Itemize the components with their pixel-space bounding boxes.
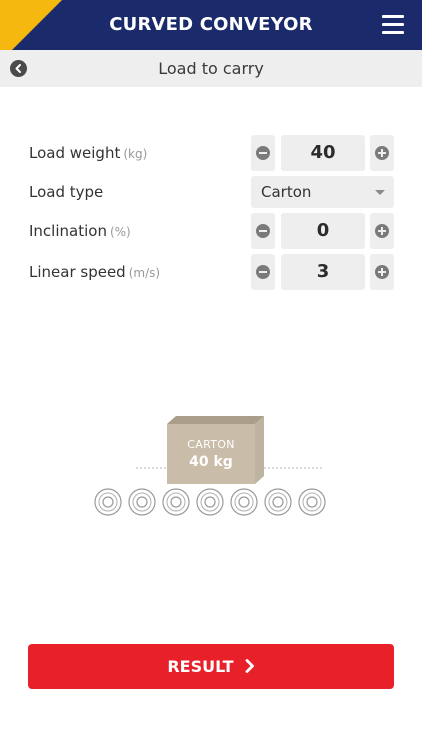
load-weight-input[interactable]: 40 bbox=[281, 135, 365, 171]
load-weight-row: Load weight (kg) 40 bbox=[0, 135, 422, 171]
hamburger-menu-icon[interactable] bbox=[382, 15, 404, 34]
inclination-increment-button[interactable] bbox=[370, 213, 394, 249]
minus-icon bbox=[256, 224, 270, 238]
conveyor-illustration: CARTON 40 kg bbox=[90, 410, 335, 520]
linear-speed-label-text: Linear speed bbox=[29, 263, 126, 281]
chevron-right-icon bbox=[245, 659, 254, 673]
roller bbox=[94, 488, 122, 516]
app-header: CURVED CONVEYOR bbox=[0, 0, 422, 62]
roller bbox=[264, 488, 292, 516]
page-title: Load to carry bbox=[158, 59, 264, 78]
inclination-unit: (%) bbox=[109, 225, 131, 239]
inclination-row: Inclination (%) 0 bbox=[0, 213, 422, 249]
sub-header: Load to carry bbox=[0, 50, 422, 87]
load-weight-increment-button[interactable] bbox=[370, 135, 394, 171]
load-type-label: Load type bbox=[29, 183, 104, 201]
result-button[interactable]: RESULT bbox=[28, 644, 394, 689]
load-weight-unit: (kg) bbox=[123, 147, 148, 161]
load-type-row: Load type Carton bbox=[0, 176, 422, 212]
rollers bbox=[94, 488, 326, 516]
plus-icon bbox=[375, 265, 389, 279]
linear-speed-label: Linear speed (m/s) bbox=[29, 254, 160, 290]
inclination-decrement-button[interactable] bbox=[251, 213, 275, 249]
minus-icon bbox=[256, 265, 270, 279]
inclination-label: Inclination (%) bbox=[29, 213, 131, 249]
linear-speed-increment-button[interactable] bbox=[370, 254, 394, 290]
linear-speed-unit: (m/s) bbox=[128, 266, 161, 280]
load-weight-label: Load weight (kg) bbox=[29, 135, 147, 171]
plus-icon bbox=[375, 224, 389, 238]
minus-icon bbox=[256, 146, 270, 160]
roller bbox=[128, 488, 156, 516]
load-type-select[interactable]: Carton bbox=[251, 176, 394, 208]
chevron-down-icon bbox=[375, 190, 385, 195]
load-type-selected-value: Carton bbox=[261, 183, 312, 201]
inclination-input[interactable]: 0 bbox=[281, 213, 365, 249]
linear-speed-input[interactable]: 3 bbox=[281, 254, 365, 290]
roller bbox=[196, 488, 224, 516]
app-title: CURVED CONVEYOR bbox=[109, 14, 313, 35]
result-button-label: RESULT bbox=[167, 657, 234, 676]
carton-box-label: CARTON bbox=[187, 438, 235, 451]
roller bbox=[162, 488, 190, 516]
linear-speed-row: Linear speed (m/s) 3 bbox=[0, 254, 422, 290]
linear-speed-decrement-button[interactable] bbox=[251, 254, 275, 290]
roller bbox=[230, 488, 258, 516]
load-weight-label-text: Load weight bbox=[29, 144, 121, 162]
inclination-label-text: Inclination bbox=[29, 222, 107, 240]
load-weight-decrement-button[interactable] bbox=[251, 135, 275, 171]
carton-box-weight: 40 kg bbox=[189, 454, 233, 470]
plus-icon bbox=[375, 146, 389, 160]
roller bbox=[298, 488, 326, 516]
